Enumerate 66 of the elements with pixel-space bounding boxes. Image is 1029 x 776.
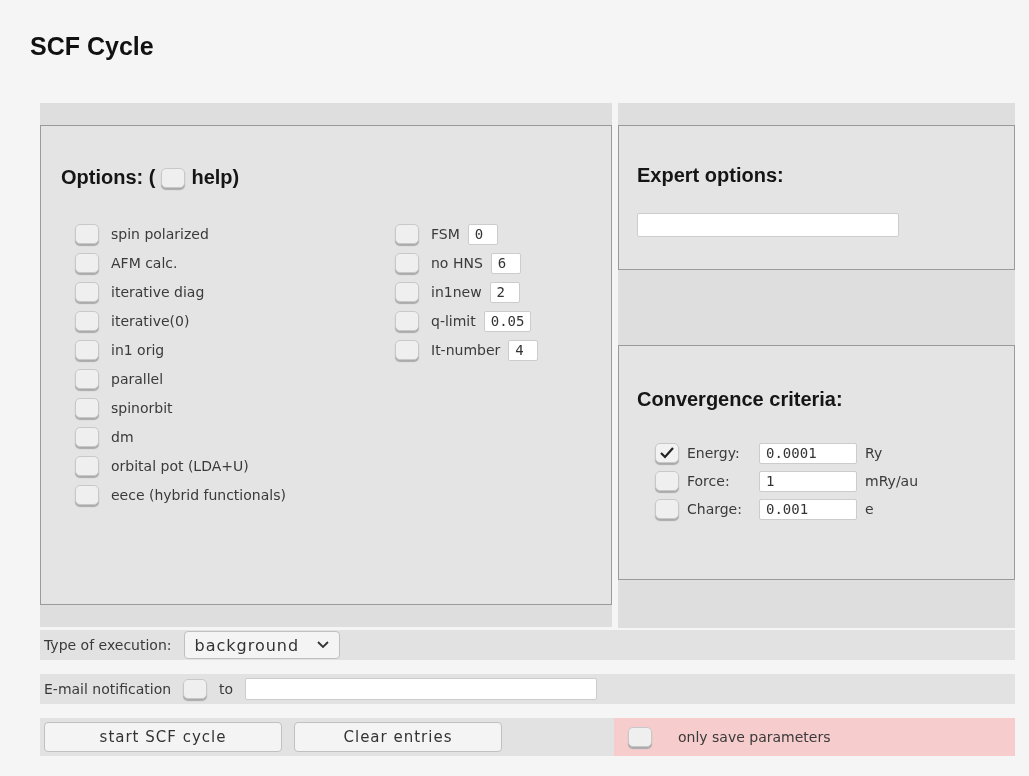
unit-label: mRy/au	[865, 473, 919, 489]
input-field[interactable]: 0.0001	[759, 442, 857, 464]
action-button[interactable]: start SCF cycle	[44, 722, 282, 752]
option-label: in1 orig	[111, 342, 165, 358]
unit-label: Ry	[865, 445, 883, 461]
unit-label: e	[865, 501, 874, 517]
caret-icon	[317, 641, 330, 649]
page-title: SCF Cycle	[29, 31, 155, 62]
checkbox[interactable]	[75, 369, 99, 389]
input-field[interactable]: 4	[508, 339, 539, 361]
email-label: E-mail notification	[44, 681, 172, 697]
option-label: in1new	[431, 284, 482, 300]
option-label: FSM	[431, 226, 460, 242]
option-label: dm	[111, 429, 134, 445]
checkbox[interactable]	[75, 311, 99, 331]
input-field[interactable]: 2	[489, 281, 520, 303]
help-label: help)	[191, 166, 240, 189]
input-field[interactable]: 0	[467, 223, 498, 245]
action-button[interactable]: Clear entries	[294, 722, 502, 752]
checkbox[interactable]	[75, 282, 99, 302]
criterion-label: Charge:	[687, 501, 743, 517]
option-label: spin polarized	[111, 226, 209, 242]
checkbox[interactable]	[655, 443, 679, 463]
convergence-heading: Convergence criteria:	[637, 388, 844, 411]
checkbox[interactable]	[395, 253, 419, 273]
option-label: AFM calc.	[111, 255, 178, 271]
option-label: It-number	[431, 342, 501, 358]
checkbox[interactable]	[395, 282, 419, 302]
input-field[interactable]: 1	[759, 470, 857, 492]
option-label: eece (hybrid functionals)	[111, 487, 286, 503]
option-label: no HNS	[431, 255, 483, 271]
checkbox[interactable]	[75, 456, 99, 476]
email-field[interactable]	[245, 678, 598, 700]
expert-heading: Expert options:	[637, 164, 785, 187]
to-label: to	[219, 681, 234, 697]
option-label: orbital pot (LDA+U)	[111, 458, 249, 474]
checkbox[interactable]	[161, 167, 186, 188]
option-label: spinorbit	[111, 400, 173, 416]
save-only-label: only save parameters	[678, 729, 831, 745]
check-icon	[660, 447, 674, 459]
option-label: iterative diag	[111, 284, 205, 300]
checkbox[interactable]	[75, 485, 99, 505]
checkbox[interactable]	[75, 340, 99, 360]
checkbox[interactable]	[75, 224, 99, 244]
option-label: parallel	[111, 371, 164, 387]
execution-dropdown[interactable]: background	[183, 631, 341, 659]
option-label: q-limit	[431, 313, 476, 329]
options-heading: Options: (	[61, 166, 156, 189]
input-field[interactable]: 6	[490, 252, 521, 274]
criterion-label: Force:	[687, 473, 731, 489]
option-label: iterative(0)	[111, 313, 190, 329]
checkbox[interactable]	[75, 427, 99, 447]
checkbox[interactable]	[628, 727, 652, 747]
expert-options-field[interactable]	[637, 213, 899, 237]
checkbox[interactable]	[395, 311, 419, 331]
checkbox[interactable]	[75, 398, 99, 418]
execution-label: Type of execution:	[44, 637, 172, 653]
checkbox[interactable]	[395, 224, 419, 244]
checkbox[interactable]	[75, 253, 99, 273]
checkbox[interactable]	[655, 499, 679, 519]
input-field[interactable]: 0.05	[483, 310, 532, 332]
checkbox[interactable]	[655, 471, 679, 491]
checkbox[interactable]	[183, 679, 208, 699]
checkbox[interactable]	[395, 340, 419, 360]
criterion-label: Energy:	[687, 445, 741, 461]
input-field[interactable]: 0.001	[759, 498, 857, 520]
